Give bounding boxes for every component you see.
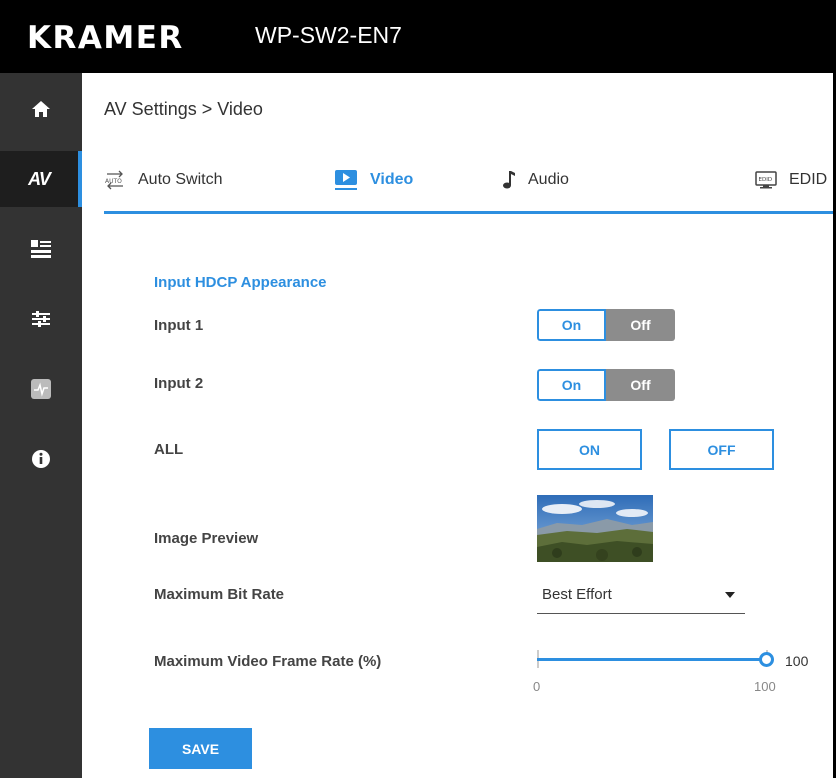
hdcp-section-title: Input HDCP Appearance <box>154 274 327 291</box>
breadcrumb: AV Settings > Video <box>104 99 263 119</box>
input1-off-button[interactable]: Off <box>606 309 675 341</box>
sliders-icon <box>32 311 50 327</box>
edid-icon: EDID <box>755 171 777 189</box>
framerate-max-label: 100 <box>754 679 776 694</box>
landscape-thumbnail <box>537 495 653 562</box>
input1-hdcp-toggle[interactable]: On Off <box>537 309 675 341</box>
bitrate-selected-value: Best Effort <box>542 586 612 603</box>
framerate-min-label: 0 <box>533 679 541 694</box>
diagnostics-icon <box>31 379 51 399</box>
framerate-value: 100 <box>785 653 809 669</box>
input2-off-button[interactable]: Off <box>606 369 675 401</box>
home-icon <box>32 101 50 117</box>
bitrate-label: Maximum Bit Rate <box>154 586 285 603</box>
input2-label: Input 2 <box>154 375 204 392</box>
sidebar: AV <box>0 73 82 778</box>
input2-hdcp-toggle[interactable]: On Off <box>537 369 675 401</box>
image-preview-label: Image Preview <box>154 530 259 547</box>
tab-auto-switch-label: Auto Switch <box>138 171 223 188</box>
sidebar-item-av[interactable]: AV <box>0 151 82 207</box>
tab-bar: AUTO Auto Switch Video Audio EDID EDID <box>104 160 836 214</box>
image-preview-thumbnail <box>537 495 653 562</box>
input2-on-button[interactable]: On <box>537 369 606 401</box>
tab-audio-label: Audio <box>528 171 569 188</box>
tab-edid[interactable]: EDID EDID <box>755 160 827 200</box>
tab-video-label: Video <box>370 171 414 188</box>
sidebar-item-home[interactable] <box>0 81 82 137</box>
bitrate-dropdown[interactable]: Best Effort <box>537 582 745 614</box>
music-note-icon <box>503 171 515 189</box>
framerate-slider[interactable] <box>537 648 777 672</box>
chevron-down-icon <box>725 592 735 598</box>
tab-audio[interactable]: Audio <box>502 160 569 200</box>
sidebar-item-diagnostics[interactable] <box>0 361 82 417</box>
tab-edid-label: EDID <box>789 171 828 188</box>
sidebar-item-settings[interactable] <box>0 291 82 347</box>
all-on-button[interactable]: ON <box>537 429 642 470</box>
top-bar: KRAMER WP-SW2-EN7 <box>0 0 836 73</box>
input1-on-button[interactable]: On <box>537 309 606 341</box>
tab-auto-switch[interactable]: AUTO Auto Switch <box>104 160 222 200</box>
brand-logo: KRAMER <box>27 20 184 56</box>
svg-text:EDID: EDID <box>759 177 773 183</box>
framerate-label: Maximum Video Frame Rate (%) <box>154 653 382 670</box>
av-icon: AV <box>28 168 51 189</box>
save-button[interactable]: SAVE <box>149 728 252 769</box>
sidebar-item-info[interactable] <box>0 431 82 487</box>
slider-fill <box>537 658 766 661</box>
device-model: WP-SW2-EN7 <box>255 22 402 48</box>
device-settings-icon <box>31 240 51 258</box>
auto-switch-icon: AUTO <box>105 170 123 190</box>
all-off-button[interactable]: OFF <box>669 429 774 470</box>
tab-video[interactable]: Video <box>334 160 413 200</box>
sidebar-item-device-settings[interactable] <box>0 221 82 277</box>
info-icon <box>32 450 50 468</box>
input1-label: Input 1 <box>154 317 204 334</box>
all-label: ALL <box>154 441 184 458</box>
slider-thumb[interactable] <box>759 652 774 667</box>
video-icon <box>335 170 357 190</box>
svg-text:AUTO: AUTO <box>105 178 122 185</box>
